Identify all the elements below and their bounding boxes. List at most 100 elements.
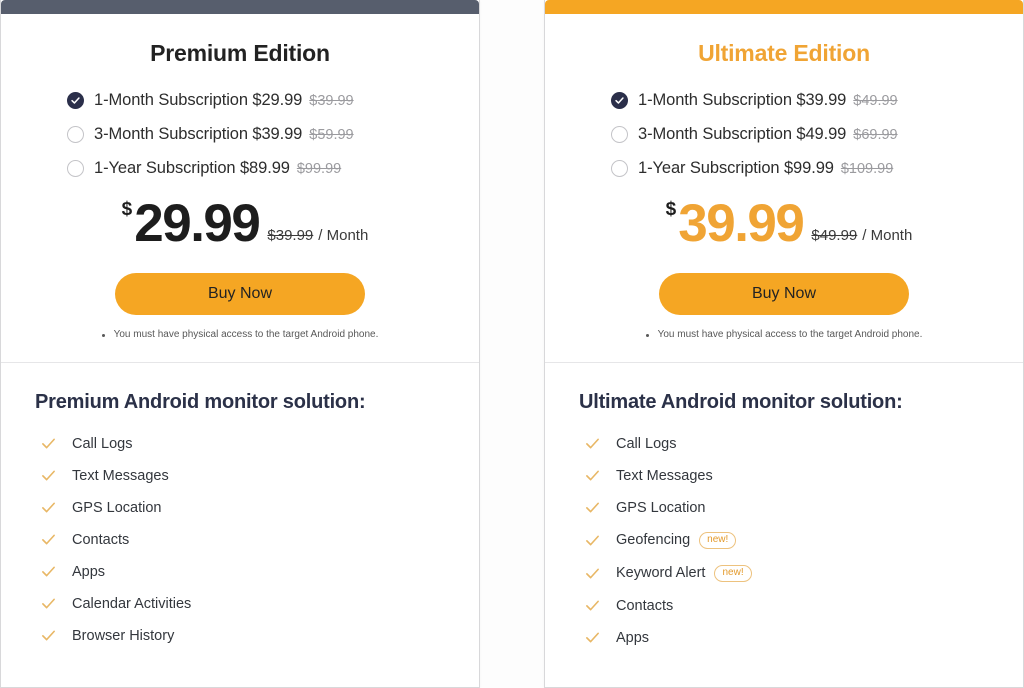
feature-item: Geofencing new!	[585, 531, 989, 549]
feature-item: Contacts	[41, 532, 445, 548]
check-icon	[42, 502, 55, 513]
option-label: 3-Month Subscription $39.99	[94, 125, 303, 143]
purchase-note-item: You must have physical access to the tar…	[101, 329, 378, 340]
feature-item: GPS Location	[41, 500, 445, 516]
feature-item: Call Logs	[585, 436, 989, 452]
features-section: Ultimate Android monitor solution: Call L…	[545, 363, 1023, 672]
check-icon	[586, 632, 599, 643]
subscription-options: 1-Month Subscription $39.99 $49.99 3-Month…	[611, 91, 989, 178]
feature-label: Call Logs	[72, 435, 133, 452]
feature-label: Browser History	[72, 627, 175, 644]
check-icon	[586, 470, 599, 481]
price-display: $29.99 $39.99/ Month	[35, 194, 445, 253]
feature-item: Text Messages	[585, 468, 989, 484]
edition-title: Premium Edition	[150, 40, 330, 66]
option-old-price: $69.99	[853, 126, 898, 143]
feature-label: Contacts	[72, 531, 130, 548]
check-icon	[42, 438, 55, 449]
feature-label: GPS Location	[616, 499, 706, 516]
buy-now-button[interactable]: Buy Now	[659, 272, 909, 315]
option-label: 1-Month Subscription $39.99	[638, 91, 847, 109]
purchase-note-item: You must have physical access to the tar…	[645, 329, 922, 340]
subscription-option-2[interactable]: 3-Month Subscription $39.99 $59.99	[67, 125, 445, 144]
price-currency-symbol: $	[665, 198, 677, 220]
feature-label: Geofencing	[616, 532, 691, 549]
feature-label: Calendar Activities	[72, 595, 192, 612]
purchase-note: You must have physical access to the tar…	[579, 329, 989, 340]
feature-item: Keyword Alert new!	[585, 564, 989, 582]
radio-unselected-icon[interactable]	[611, 160, 628, 177]
check-icon	[586, 502, 599, 513]
feature-item: Apps	[41, 564, 445, 580]
check-icon	[42, 534, 55, 545]
pricing-card-ultimate: Ultimate Edition 1-Month Subscription $39…	[544, 0, 1024, 688]
radio-unselected-icon[interactable]	[67, 126, 84, 143]
subscription-option-3[interactable]: 1-Year Subscription $99.99 $109.99	[611, 159, 989, 178]
buy-button-wrap: Buy Now	[579, 272, 989, 315]
new-badge: new!	[699, 531, 737, 549]
feature-label: GPS Location	[72, 499, 162, 516]
buy-now-button[interactable]: Buy Now	[115, 272, 365, 315]
subscription-option-1[interactable]: 1-Month Subscription $29.99 $39.99	[67, 91, 445, 110]
new-badge: new!	[714, 564, 752, 582]
subscription-option-1[interactable]: 1-Month Subscription $39.99 $49.99	[611, 91, 989, 110]
feature-list: Call Logs Text Messages GPS Location Geofen…	[579, 436, 989, 646]
feature-item: Contacts	[585, 598, 989, 614]
check-icon	[586, 568, 599, 579]
subscription-option-2[interactable]: 3-Month Subscription $49.99 $69.99	[611, 125, 989, 144]
option-old-price: $49.99	[853, 92, 898, 109]
feature-label: Apps	[616, 629, 650, 646]
price-old-amount: $39.99	[267, 226, 314, 244]
check-icon	[42, 598, 55, 609]
card-body: Ultimate Edition 1-Month Subscription $39…	[545, 14, 1023, 687]
option-old-price: $99.99	[296, 160, 342, 177]
subscription-options: 1-Month Subscription $29.99 $39.99 3-Month…	[67, 91, 445, 178]
feature-label: Contacts	[616, 597, 674, 614]
subscription-option-3[interactable]: 1-Year Subscription $89.99 $99.99	[67, 159, 445, 178]
option-label: 1-Month Subscription $29.99	[94, 91, 303, 109]
price-period: / Month	[318, 226, 369, 244]
feature-item: Call Logs	[41, 436, 445, 452]
radio-selected-icon[interactable]	[67, 92, 84, 109]
features-section: Premium Android monitor solution: Call Lo…	[1, 363, 479, 670]
radio-unselected-icon[interactable]	[611, 126, 628, 143]
feature-label: Call Logs	[616, 435, 677, 452]
check-icon	[586, 535, 599, 546]
plan-pricing-section: Premium Edition 1-Month Subscription $29.…	[1, 14, 479, 363]
feature-list: Call Logs Text Messages GPS Location Contac…	[35, 436, 445, 644]
card-accent-bar	[1, 0, 479, 14]
check-icon	[42, 630, 55, 641]
buy-button-wrap: Buy Now	[35, 272, 445, 315]
option-old-price: $109.99	[840, 160, 894, 177]
price-old-amount: $49.99	[811, 226, 858, 244]
price-amount: 29.99	[134, 194, 261, 253]
radio-unselected-icon[interactable]	[67, 160, 84, 177]
feature-label: Text Messages	[72, 467, 169, 484]
feature-label: Keyword Alert	[616, 565, 706, 582]
feature-item: Text Messages	[41, 468, 445, 484]
feature-label: Apps	[72, 563, 106, 580]
plan-pricing-section: Ultimate Edition 1-Month Subscription $39…	[545, 14, 1023, 363]
pricing-card-premium: Premium Edition 1-Month Subscription $29.…	[0, 0, 480, 688]
feature-item: Calendar Activities	[41, 596, 445, 612]
feature-item: Browser History	[41, 628, 445, 644]
price-display: $39.99 $49.99/ Month	[579, 197, 989, 250]
card-body: Premium Edition 1-Month Subscription $29.…	[1, 14, 479, 687]
option-label: 1-Year Subscription $99.99	[638, 159, 834, 177]
feature-item: GPS Location	[585, 500, 989, 516]
features-title: Ultimate Android monitor solution:	[579, 390, 903, 413]
card-accent-bar	[545, 0, 1023, 14]
price-currency-symbol: $	[121, 198, 133, 220]
check-icon	[586, 438, 599, 449]
option-label: 3-Month Subscription $49.99	[638, 125, 847, 143]
price-period: / Month	[862, 226, 913, 244]
check-icon	[586, 600, 599, 611]
option-old-price: $39.99	[309, 92, 354, 109]
check-icon	[42, 566, 55, 577]
feature-label: Text Messages	[616, 467, 713, 484]
edition-title: Ultimate Edition	[698, 40, 870, 66]
features-title: Premium Android monitor solution:	[35, 390, 366, 413]
pricing-page: Premium Edition 1-Month Subscription $29.…	[0, 0, 1024, 688]
radio-selected-icon[interactable]	[611, 92, 628, 109]
feature-item: Apps	[585, 630, 989, 646]
